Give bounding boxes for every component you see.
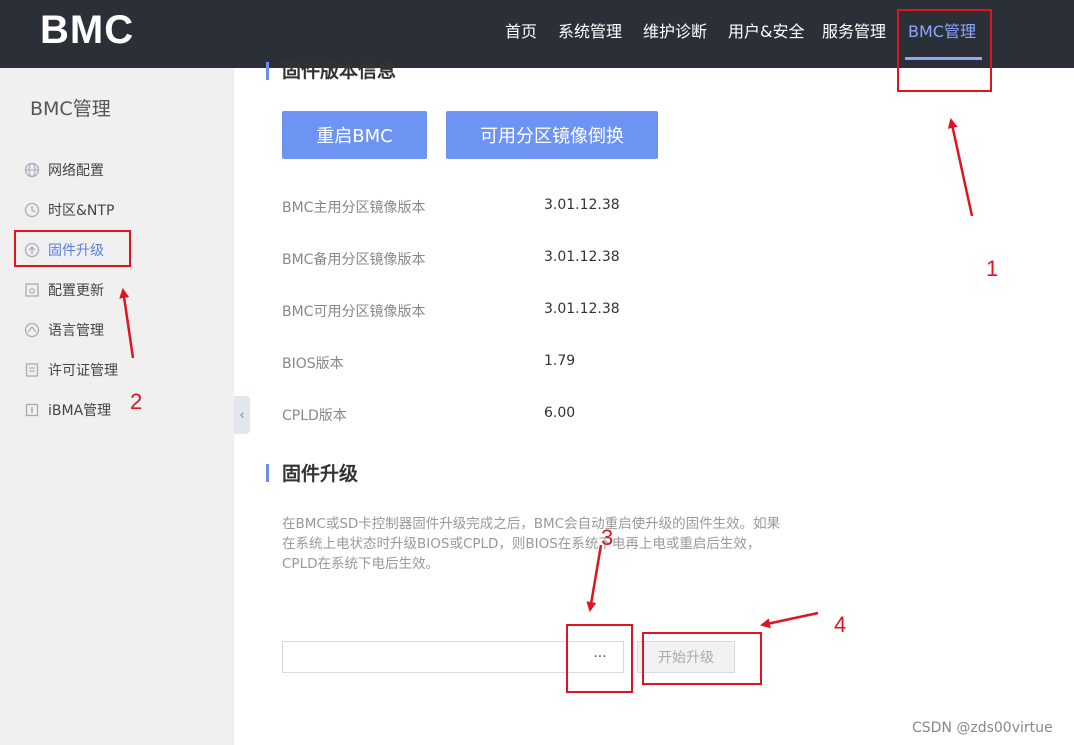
version-value: 1.79 — [544, 353, 576, 369]
globe-icon — [24, 162, 40, 178]
sidebar-item-network-config[interactable]: 网络配置 — [24, 159, 104, 181]
version-label: BMC可用分区镜像版本 — [282, 304, 426, 320]
sidebar-item-label: 网络配置 — [48, 163, 104, 179]
sidebar: BMC管理 网络配置 时区&NTP 固件升级 配置更新 语言管理 许可证管理 i… — [0, 68, 234, 745]
bmc-logo: BMC — [40, 8, 135, 52]
section-marker — [266, 464, 269, 482]
upgrade-description: 在BMC或SD卡控制器固件升级完成之后，BMC会自动重启使升级的固件生效。如果在… — [282, 516, 781, 572]
sidebar-item-timezone-ntp[interactable]: 时区&NTP — [24, 199, 114, 221]
annotation-number: 4 — [834, 612, 847, 637]
version-value: 3.01.12.38 — [544, 197, 620, 213]
license-icon — [25, 363, 39, 377]
csdn-watermark: CSDN @zds00virtue — [912, 720, 1053, 736]
restart-bmc-button[interactable]: 重启BMC — [282, 111, 427, 159]
ibma-icon — [25, 403, 39, 417]
nav-service-management[interactable]: 服务管理 — [822, 18, 886, 42]
sidebar-item-label: iBMA管理 — [48, 403, 112, 419]
annotation-box-browse — [566, 624, 633, 693]
nav-user-security[interactable]: 用户&安全 — [728, 18, 804, 42]
clock-icon — [24, 202, 40, 218]
annotation-box-sidebar — [14, 230, 131, 267]
version-label: CPLD版本 — [282, 408, 347, 424]
annotation-number: 1 — [986, 256, 999, 281]
language-icon — [24, 322, 40, 338]
version-label: BMC主用分区镜像版本 — [282, 200, 426, 216]
annotation-box-nav — [897, 9, 992, 92]
version-value: 6.00 — [544, 405, 576, 421]
sidebar-item-label: 时区&NTP — [48, 203, 115, 219]
version-label: BIOS版本 — [282, 356, 344, 372]
sidebar-item-license-management[interactable]: 许可证管理 — [24, 359, 118, 381]
sidebar-item-language-management[interactable]: 语言管理 — [24, 319, 104, 341]
version-label: BMC备用分区镜像版本 — [282, 252, 426, 268]
version-value: 3.01.12.38 — [544, 249, 620, 265]
nav-home[interactable]: 首页 — [505, 18, 537, 42]
nav-maintenance-diagnosis[interactable]: 维护诊断 — [643, 18, 707, 42]
section-marker — [266, 62, 269, 80]
nav-system-management[interactable]: 系统管理 — [558, 18, 622, 42]
sidebar-item-label: 许可证管理 — [48, 363, 118, 379]
annotation-box-upgrade — [642, 632, 762, 685]
sidebar-item-label: 语言管理 — [48, 323, 104, 339]
firmware-version-section-title: 固件版本信息 — [282, 60, 397, 82]
config-icon — [25, 283, 39, 297]
sidebar-item-label: 配置更新 — [48, 283, 104, 299]
annotation-number: 3 — [601, 525, 614, 550]
sidebar-item-config-update[interactable]: 配置更新 — [24, 279, 104, 301]
annotation-number: 2 — [130, 389, 143, 414]
version-value: 3.01.12.38 — [544, 301, 620, 317]
sidebar-item-ibma-management[interactable]: iBMA管理 — [24, 399, 111, 421]
firmware-upgrade-section-title: 固件升级 — [282, 463, 359, 485]
sidebar-title: BMC管理 — [30, 98, 111, 120]
image-swap-button[interactable]: 可用分区镜像倒换 — [446, 111, 658, 159]
